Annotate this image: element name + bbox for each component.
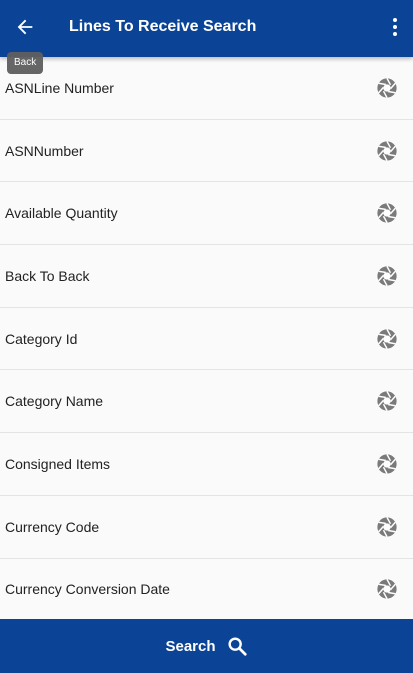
field-label: Category Name <box>5 393 104 410</box>
aperture-icon[interactable] <box>376 202 398 224</box>
list-item[interactable]: ASNLine Number <box>0 57 413 120</box>
aperture-icon[interactable] <box>376 516 398 538</box>
back-button[interactable] <box>0 0 50 54</box>
more-vertical-icon <box>393 18 397 22</box>
more-options-button[interactable] <box>383 12 407 42</box>
field-label: Currency Code <box>5 518 100 535</box>
page-title: Lines To Receive Search <box>69 18 257 35</box>
list-item[interactable]: Consigned Items <box>0 433 413 496</box>
search-field-list: ASNLine Number ASNNumber Available Quant… <box>0 57 413 619</box>
list-item[interactable]: Category Name <box>0 370 413 434</box>
aperture-icon[interactable] <box>376 578 398 600</box>
app-screen: Lines To Receive Search Back ASNLine Num… <box>0 0 413 673</box>
aperture-icon[interactable] <box>376 77 398 99</box>
list-item[interactable]: Available Quantity <box>0 182 413 246</box>
field-label: Available Quantity <box>5 205 118 222</box>
aperture-icon[interactable] <box>376 140 398 162</box>
field-label: Category Id <box>5 330 78 347</box>
app-header: Lines To Receive Search <box>0 0 413 57</box>
more-vertical-icon-dot <box>393 32 397 36</box>
aperture-icon[interactable] <box>376 328 398 350</box>
field-label: Currency Conversion Date <box>5 581 170 598</box>
search-button-label: Search <box>165 637 216 655</box>
back-tooltip: Back <box>7 52 44 74</box>
field-label: Back To Back <box>5 267 90 284</box>
field-label: ASNLine Number <box>5 79 114 96</box>
list-item[interactable]: Currency Conversion Date <box>0 558 413 619</box>
field-label: ASNNumber <box>5 142 84 159</box>
aperture-icon[interactable] <box>376 390 398 412</box>
aperture-icon[interactable] <box>376 453 398 475</box>
arrow-left-icon <box>17 19 33 35</box>
aperture-icon[interactable] <box>376 265 398 287</box>
search-icon <box>227 637 247 656</box>
list-item[interactable]: Currency Code <box>0 495 413 559</box>
list-item[interactable]: ASNNumber <box>0 119 413 183</box>
list-item[interactable]: Category Id <box>0 307 413 371</box>
search-button[interactable]: Search <box>0 619 413 673</box>
list-item[interactable]: Back To Back <box>0 245 413 308</box>
field-label: Consigned Items <box>5 455 111 472</box>
more-vertical-icon-dot <box>393 25 397 29</box>
